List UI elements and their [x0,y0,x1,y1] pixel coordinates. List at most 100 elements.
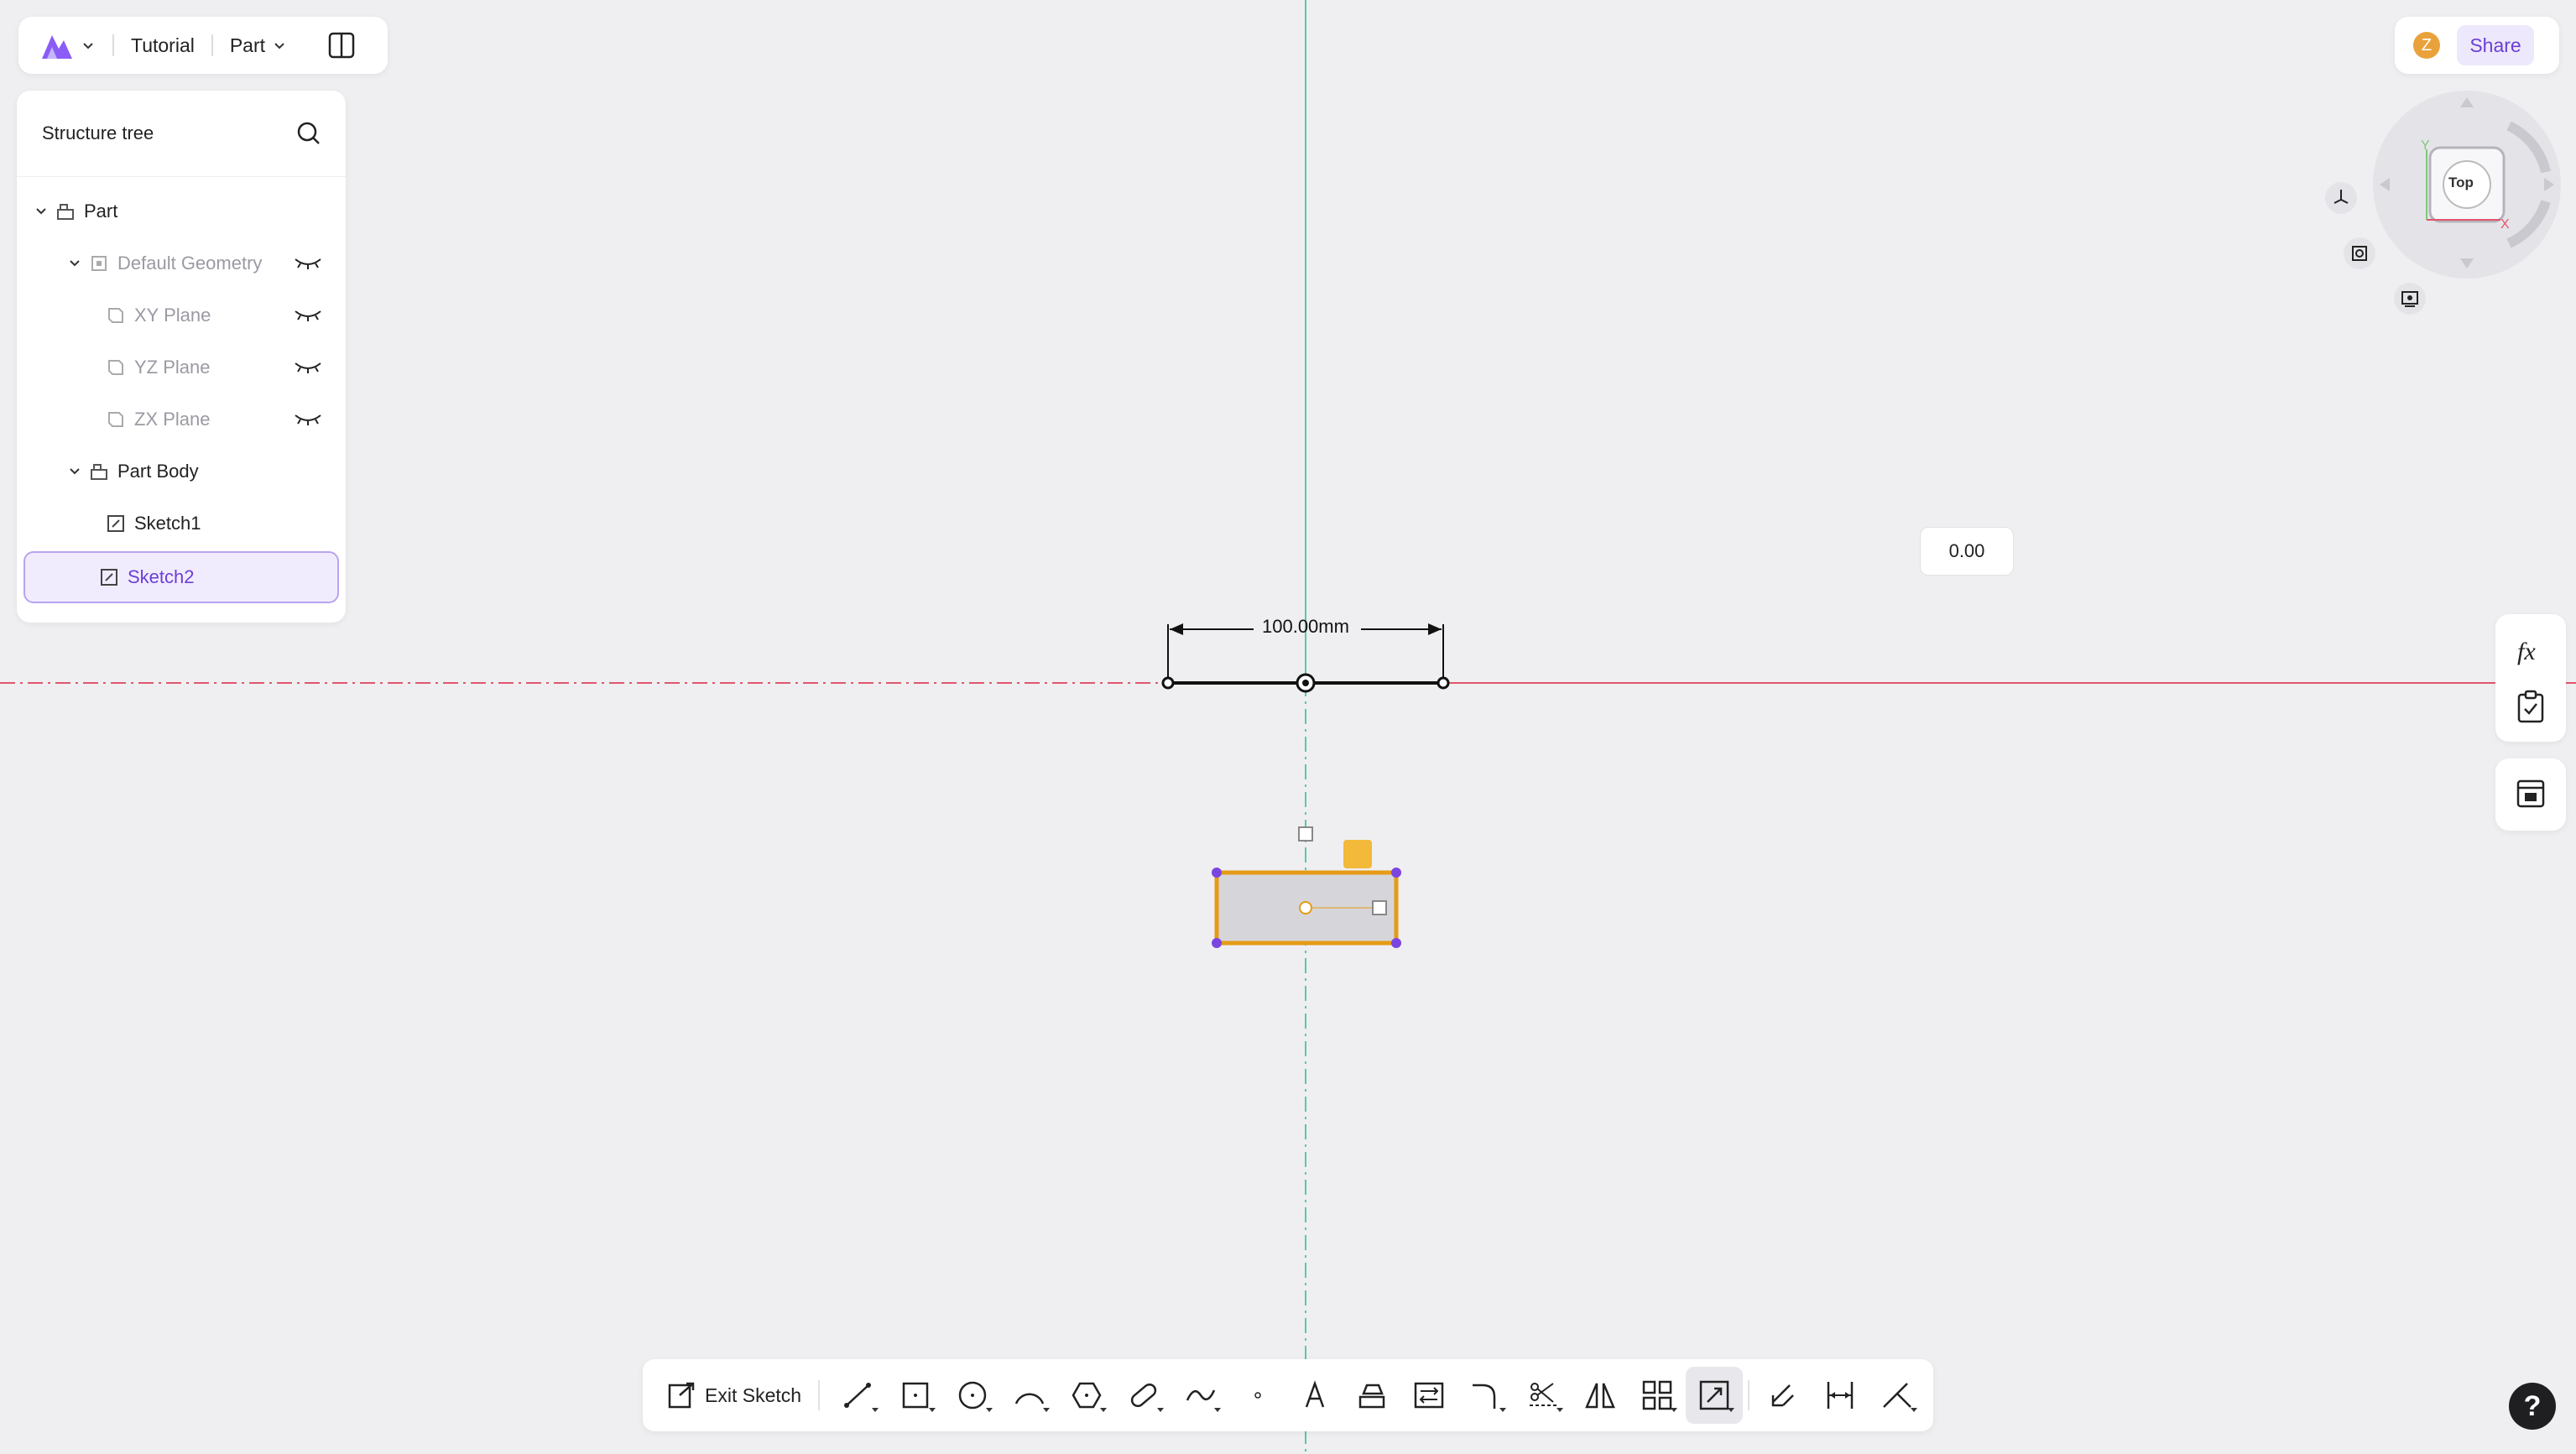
app-logo-icon[interactable] [39,29,76,62]
rectangle-resize-handle[interactable] [1372,900,1387,915]
spline-tool[interactable] [1172,1367,1229,1424]
chevron-down-icon[interactable] [34,204,49,219]
rectangle-vertex-br[interactable] [1391,938,1401,948]
dropdown-caret-icon[interactable] [929,1408,936,1412]
line-icon [844,1383,872,1408]
offset-tool[interactable] [1755,1367,1812,1424]
chevron-down-icon[interactable] [272,38,287,53]
dropdown-caret-icon[interactable] [1499,1408,1507,1412]
eye-closed-icon[interactable] [294,410,322,427]
spline-icon [1186,1389,1216,1401]
sketch-icon [107,515,124,532]
pattern-tool[interactable] [1629,1367,1686,1424]
tree-item-sketch2[interactable]: Sketch2 [23,551,339,603]
scale-tool[interactable] [1686,1367,1744,1424]
tree-item-part-body[interactable]: Part Body [23,447,339,496]
dimension-endpoint-left[interactable] [1161,676,1175,690]
dropdown-caret-icon[interactable] [1557,1408,1564,1412]
rectangle-vertex-bl[interactable] [1212,938,1222,948]
share-button[interactable]: Share [2457,25,2534,65]
dropdown-caret-icon[interactable] [1911,1408,1918,1412]
fit-view-icon[interactable] [2343,237,2376,270]
chevron-down-icon[interactable] [67,464,82,479]
search-icon[interactable] [295,120,322,147]
avatar[interactable]: Z [2413,32,2440,59]
dropdown-caret-icon[interactable] [1728,1408,1735,1412]
app-menu[interactable] [39,29,96,62]
rectangle-vertex-tl[interactable] [1212,868,1222,878]
divider [1748,1380,1750,1410]
rectangle-rotate-handle[interactable] [1298,826,1313,842]
tree-item-part[interactable]: Part [23,187,339,236]
tree-item-label: ZX Plane [134,409,211,430]
panel-toggle-icon[interactable] [327,31,356,60]
rectangle-tool[interactable] [887,1367,944,1424]
exit-sketch-button[interactable]: Exit Sketch [666,1380,801,1410]
sketch-canvas[interactable]: Y X [0,0,2576,1454]
tree-item-label: Sketch2 [128,566,195,587]
dropdown-caret-icon[interactable] [986,1408,993,1412]
home-view-icon[interactable] [2324,181,2358,215]
dropdown-caret-icon[interactable] [1043,1408,1051,1412]
tree-item-xy-plane[interactable]: XY Plane [23,291,339,340]
point-tool[interactable] [1229,1367,1286,1424]
text-tool[interactable] [1286,1367,1343,1424]
fillet-tool[interactable] [1457,1367,1515,1424]
mirror-tool[interactable] [1572,1367,1629,1424]
dropdown-caret-icon[interactable] [1214,1408,1222,1412]
project-tool[interactable] [1343,1367,1400,1424]
tree-item-sketch1[interactable]: Sketch1 [23,499,339,548]
top-bar: Tutorial Part [18,17,388,74]
convert-tool[interactable] [1400,1367,1457,1424]
mode-selector[interactable]: Part [230,34,265,57]
rectangle-vertex-tr[interactable] [1391,868,1401,878]
arc-tool[interactable] [1001,1367,1058,1424]
dropdown-caret-icon[interactable] [1100,1408,1108,1412]
eye-closed-icon[interactable] [294,306,322,323]
formula-icon[interactable]: fx [2514,634,2547,668]
dimension-endpoint-right[interactable] [1437,676,1450,690]
tree-item-zx-plane[interactable]: ZX Plane [23,395,339,444]
pattern-icon [1642,1380,1672,1410]
tree-item-yz-plane[interactable]: YZ Plane [23,343,339,392]
line-tool[interactable] [830,1367,887,1424]
value-input[interactable]: 0.00 [1920,527,2014,576]
tree-item-label: Part Body [117,461,199,482]
display-mode-icon[interactable] [2393,282,2427,315]
chevron-down-icon[interactable] [81,38,96,53]
right-tool-group: fx [2495,614,2566,742]
body-icon [91,464,107,480]
convert-icon [1414,1382,1444,1409]
dimension-arrowhead-left [1170,623,1183,635]
eye-closed-icon[interactable] [294,358,322,375]
rectangle-center-handle[interactable] [1299,901,1312,915]
tree-item-label: Default Geometry [117,253,263,274]
polygon-tool[interactable] [1058,1367,1115,1424]
plane-icon [108,412,123,427]
slot-tool[interactable] [1115,1367,1172,1424]
dropdown-caret-icon[interactable] [1157,1408,1165,1412]
structure-tree-header: Structure tree [17,91,346,177]
help-button[interactable]: ? [2509,1383,2556,1430]
checklist-icon[interactable] [2516,690,2546,723]
chevron-down-icon[interactable] [67,256,82,271]
view-cube-face-label[interactable]: Top [2448,175,2474,191]
trim-tool[interactable] [1515,1367,1572,1424]
constraint-icon [1883,1383,1911,1408]
table-icon[interactable] [2516,779,2546,809]
dimension-arrowhead-right [1428,623,1442,635]
circle-icon [958,1381,987,1410]
tree-item-default-geometry[interactable]: Default Geometry [23,239,339,288]
polygon-icon [1072,1382,1102,1409]
rectangle-icon [902,1382,929,1409]
dimension-label[interactable]: 100.00mm [1262,616,1349,638]
constraint-tool[interactable] [1869,1367,1926,1424]
collab-bar: Z Share [2395,17,2559,74]
constraint-marker[interactable] [1343,840,1372,868]
dropdown-caret-icon[interactable] [1671,1408,1678,1412]
dropdown-caret-icon[interactable] [872,1408,879,1412]
eye-closed-icon[interactable] [294,254,322,271]
dimension-tool[interactable] [1812,1367,1869,1424]
project-name[interactable]: Tutorial [131,34,195,57]
circle-tool[interactable] [944,1367,1001,1424]
